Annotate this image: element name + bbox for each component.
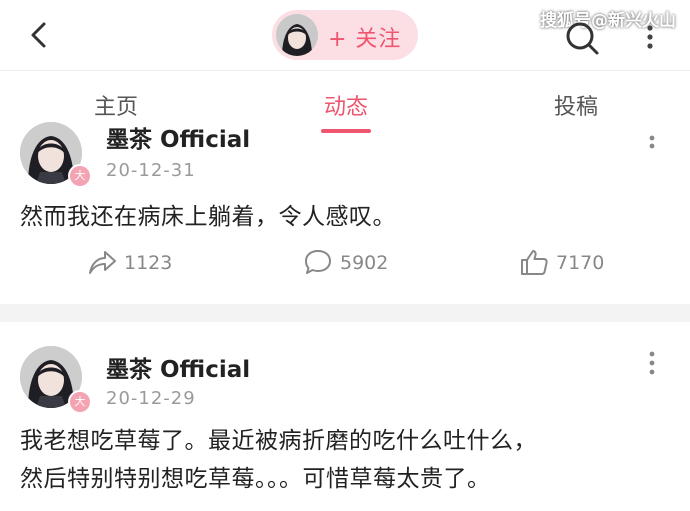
post-text: 然而我还在病床上躺着，令人感叹。 bbox=[20, 198, 396, 236]
share-icon bbox=[89, 251, 116, 274]
tab-activity[interactable]: 动态 bbox=[286, 89, 406, 121]
post-text: 我老想吃草莓了。最近被病折磨的吃什么吐什么， 然后特别特别想吃草莓。。。可惜草莓… bbox=[20, 422, 537, 498]
author-name[interactable]: 墨茶 Official bbox=[106, 350, 250, 384]
post-card: 大 墨茶 Official 20-12-29 我老想吃草莓了。最近被病折磨的吃什… bbox=[0, 322, 690, 511]
verified-badge: 大 bbox=[68, 164, 92, 188]
active-tab-indicator bbox=[321, 129, 371, 133]
tab-home[interactable]: 主页 bbox=[56, 89, 176, 121]
follow-button[interactable]: + 关注 bbox=[272, 10, 418, 60]
comment-icon bbox=[305, 250, 331, 274]
share-count: 1123 bbox=[124, 252, 173, 274]
author-name[interactable]: 墨茶 Official bbox=[106, 120, 250, 154]
share-button[interactable]: 1123 bbox=[86, 246, 172, 282]
search-icon[interactable] bbox=[564, 16, 600, 56]
thumbs-up-icon bbox=[521, 250, 548, 275]
post-text-line: 我老想吃草莓了。最近被病折磨的吃什么吐什么， bbox=[20, 428, 537, 454]
follow-label: + 关注 bbox=[328, 27, 402, 52]
post-date: 20-12-29 bbox=[106, 388, 196, 409]
post-more-icon[interactable] bbox=[644, 350, 660, 380]
post-more-icon[interactable] bbox=[644, 130, 660, 160]
post-card: 大 墨茶 Official 20-12-31 然而我还在病床上躺着，令人感叹。 … bbox=[0, 122, 690, 304]
verified-badge: 大 bbox=[68, 390, 92, 414]
comment-button[interactable]: 5902 bbox=[302, 246, 388, 282]
avatar bbox=[276, 14, 318, 56]
avatar-illustration bbox=[276, 14, 318, 56]
more-options-icon[interactable] bbox=[640, 20, 660, 54]
like-count: 7170 bbox=[556, 252, 605, 274]
comment-count: 5902 bbox=[340, 252, 389, 274]
post-text-line: 然而我还在病床上躺着，令人感叹。 bbox=[20, 204, 396, 230]
back-arrow-icon[interactable] bbox=[26, 18, 54, 52]
post-text-line: 然后特别特别想吃草莓。。。可惜草莓太贵了。 bbox=[20, 466, 491, 492]
tab-bar: 主页 动态 投稿 bbox=[0, 70, 690, 135]
top-bar: + 关注 搜狐号@新兴火山 bbox=[0, 0, 690, 70]
like-button[interactable]: 7170 bbox=[518, 246, 604, 282]
post-date: 20-12-31 bbox=[106, 160, 196, 181]
tab-submissions[interactable]: 投稿 bbox=[516, 89, 636, 121]
